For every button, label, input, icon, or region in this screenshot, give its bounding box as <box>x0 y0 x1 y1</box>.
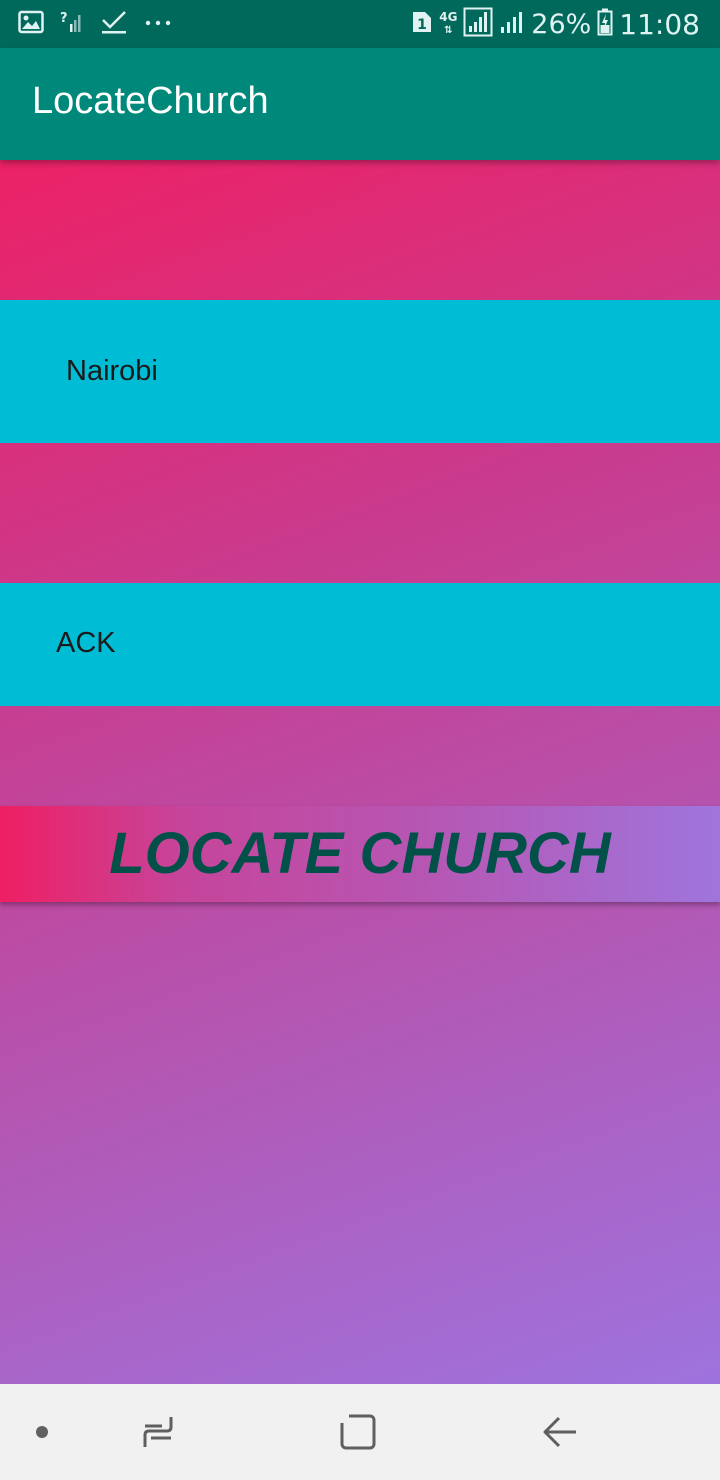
status-left-icons: ? <box>18 8 174 40</box>
home-icon[interactable] <box>320 1384 396 1480</box>
denomination-field-value: ACK <box>56 627 116 659</box>
navigation-bar <box>0 1384 720 1480</box>
city-field[interactable]: Nairobi <box>0 300 720 443</box>
signal-icon <box>463 7 493 42</box>
locate-church-button-label: LOCATE CHURCH <box>109 821 611 886</box>
app-title: LocateChurch <box>32 80 269 122</box>
denomination-field[interactable]: ACK <box>0 583 720 706</box>
app-bar: LocateChurch <box>0 48 720 160</box>
more-dots-icon <box>144 15 174 33</box>
status-right-icons: 1 4G ⇅ 26% 11:08 <box>411 6 700 42</box>
battery-percent: 26% <box>531 8 592 40</box>
sim-1-icon: 1 <box>411 9 433 40</box>
dot-icon[interactable] <box>12 1384 72 1480</box>
battery-charging-icon <box>597 8 613 41</box>
status-bar: ? 1 4G ⇅ 26% 11:08 <box>0 0 720 48</box>
svg-text:?: ? <box>60 11 68 26</box>
signal-unknown-icon: ? <box>60 10 84 39</box>
image-icon <box>18 10 44 39</box>
city-field-value: Nairobi <box>66 355 158 387</box>
clock: 11:08 <box>619 7 700 41</box>
locate-church-button[interactable]: LOCATE CHURCH <box>0 806 720 902</box>
recent-apps-icon[interactable] <box>120 1384 196 1480</box>
network-4g-icon: 4G ⇅ <box>439 10 458 36</box>
back-icon[interactable] <box>522 1384 598 1480</box>
main-content: Nairobi ACK LOCATE CHURCH <box>0 160 720 1384</box>
check-icon <box>100 10 128 39</box>
signal-secondary-icon <box>499 9 525 40</box>
svg-text:1: 1 <box>417 17 427 33</box>
